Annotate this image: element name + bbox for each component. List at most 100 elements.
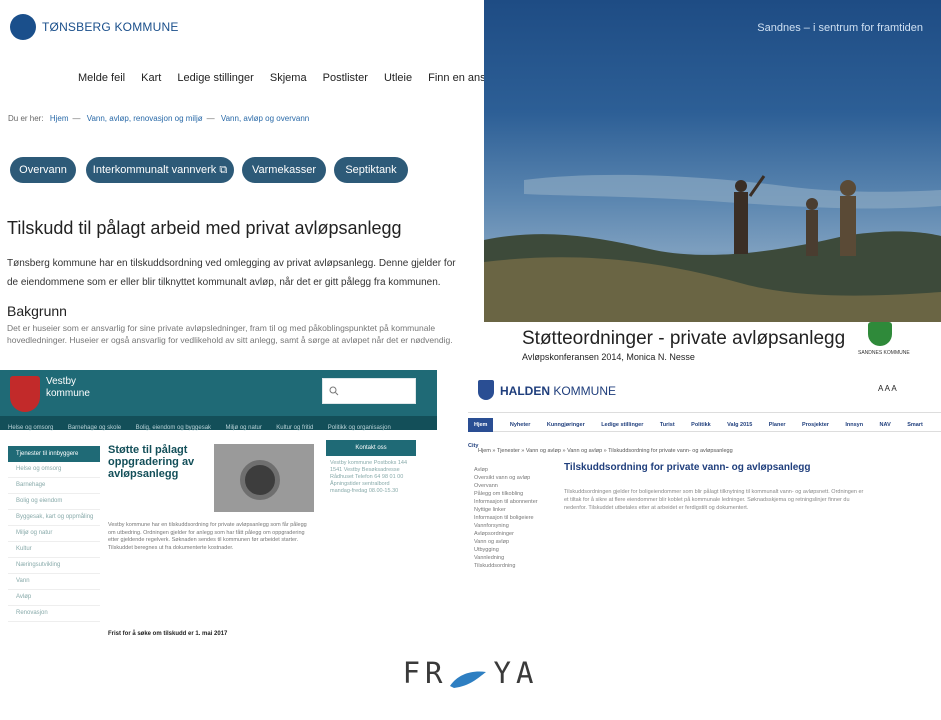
nav-item[interactable]: Kunngjøringer	[547, 422, 585, 428]
banner-slogan: Sandnes – i sentrum for framtiden	[757, 22, 923, 34]
vestby-main-nav: Helse og omsorg Barnehage og skole Bolig…	[0, 416, 437, 431]
sidebar-header[interactable]: Tjenester til innbyggere	[8, 446, 100, 462]
contact-text: Vestby kommune Postboks 144 1541 Vestby …	[330, 460, 408, 494]
vestby-site-name-line2: kommune	[46, 388, 90, 399]
sandnes-slide: Sandnes – i sentrum for framtiden Støtte…	[484, 0, 941, 370]
nav-skjema[interactable]: Skjema	[270, 72, 307, 84]
left-menu-item[interactable]: Utbygging	[474, 546, 554, 554]
vestby-coat-of-arms-icon[interactable]	[10, 376, 40, 412]
halden-site-name-rest: KOMMUNE	[550, 384, 616, 398]
nav-item[interactable]: Miljø og natur	[225, 425, 261, 431]
pill-button-interkommunalt-vannverk[interactable]: Interkommunalt vannverk ⧉	[86, 157, 234, 183]
fish-icon	[450, 671, 486, 688]
pill-button-septiktank[interactable]: Septiktank	[334, 157, 408, 183]
left-menu-item[interactable]: Tilskuddsordning	[474, 562, 554, 570]
nav-item[interactable]: Turist	[660, 422, 675, 428]
halden-logo-icon[interactable]	[478, 380, 494, 400]
left-menu-item[interactable]: Informasjon til abonnenter	[474, 498, 554, 506]
article-heading: Støtte til pålagt oppgradering av avløps…	[108, 444, 195, 480]
nav-item[interactable]: Bolig, eiendom og byggesak	[136, 425, 211, 431]
left-menu-item[interactable]: Oversikt vann og avløp	[474, 474, 554, 482]
sidebar-item[interactable]: Helse og omsorg	[8, 462, 100, 478]
landscape-photo: Sandnes – i sentrum for framtiden	[484, 0, 941, 322]
sidebar-item[interactable]: Kultur	[8, 542, 100, 558]
intro-text: Tønsberg kommune har en tilskuddsordning…	[7, 258, 456, 288]
breadcrumb-link-hjem[interactable]: Hjem	[50, 114, 69, 123]
sandnes-logo-icon	[868, 322, 892, 346]
halden-main-nav: Hjem Nyheter Kunngjøringer Ledige stilli…	[468, 412, 941, 449]
slide-subtitle: Avløpskonferansen 2014, Monica N. Nesse	[522, 352, 695, 362]
tonsberg-logo-icon[interactable]	[10, 14, 36, 40]
halden-site-name[interactable]: HALDEN KOMMUNE	[500, 384, 616, 398]
vestby-site-name[interactable]: Vestby kommune	[46, 376, 90, 400]
sidebar-item[interactable]: Miljø og natur	[8, 526, 100, 542]
search-input[interactable]	[322, 378, 416, 404]
nav-item-active[interactable]: Hjem	[468, 418, 494, 432]
nav-kart[interactable]: Kart	[141, 72, 161, 84]
sidebar-item[interactable]: Renovasjon	[8, 606, 100, 622]
nav-item[interactable]: Prosjekter	[802, 422, 829, 428]
left-menu-item[interactable]: Overvann	[474, 482, 554, 490]
froya-logo-right: YA	[493, 656, 539, 690]
nav-item[interactable]: NAV	[880, 422, 891, 428]
section-text: Det er huseier som er ansvarlig for sine…	[7, 323, 453, 345]
left-menu-item[interactable]: Nyttige linker	[474, 506, 554, 514]
vestby-page: Vestby kommune Helse og omsorg Barnehage…	[0, 370, 437, 645]
breadcrumb-prefix: Du er her:	[8, 114, 44, 123]
left-menu-item[interactable]: Vannledning	[474, 554, 554, 562]
nav-item[interactable]: Nyheter	[510, 422, 530, 428]
nav-item[interactable]: Barnehage og skole	[68, 425, 121, 431]
nav-item[interactable]: Innsyn	[845, 422, 863, 428]
froya-logo-left: FR	[402, 656, 448, 690]
pill-button-overvann[interactable]: Overvann	[10, 157, 76, 183]
section-heading: Bakgrunn	[7, 303, 67, 319]
left-menu-item[interactable]: Vannforsyning	[474, 522, 554, 530]
halden-left-menu: Avløp Oversikt vann og avløp Overvann På…	[474, 466, 554, 570]
sidebar-item[interactable]: Næringsutvikling	[8, 558, 100, 574]
nav-item[interactable]: Planer	[769, 422, 786, 428]
sidebar-item[interactable]: Barnehage	[8, 478, 100, 494]
contact-header: Kontakt oss	[326, 440, 416, 456]
nav-item[interactable]: Politikk og organisasjon	[328, 425, 391, 431]
tonsberg-top-nav: Melde feil Kart Ledige stillinger Skjema…	[78, 72, 511, 84]
vestby-site-name-line1: Vestby	[46, 376, 77, 387]
pill-button-varmekasser[interactable]: Varmekasser	[242, 157, 326, 183]
nav-item[interactable]: Politikk	[691, 422, 711, 428]
halden-page: HALDEN KOMMUNE A A A Hjem Nyheter Kunngj…	[460, 370, 941, 645]
slide-title: Støtteordninger - private avløpsanlegg	[522, 328, 846, 349]
left-menu-item[interactable]: Avløpsordninger	[474, 530, 554, 538]
halden-site-name-bold: HALDEN	[500, 384, 550, 398]
sidebar-item[interactable]: Vann	[8, 574, 100, 590]
article-body: Vestby kommune har en tilskuddsordning f…	[108, 522, 307, 551]
breadcrumb-current: Vann, avløp og overvann	[220, 114, 310, 123]
nav-utleie[interactable]: Utleie	[384, 72, 412, 84]
search-icon	[329, 386, 339, 396]
sidebar-item[interactable]: Byggesak, kart og oppmåling	[8, 510, 100, 526]
tonsberg-site-name[interactable]: TØNSBERG KOMMUNE	[42, 20, 179, 34]
page-title: Tilskudd til pålagt arbeid med privat av…	[7, 218, 402, 238]
text-size-control[interactable]: A A A	[878, 384, 897, 393]
tonsberg-page: TØNSBERG KOMMUNE Melde feil Kart Ledige …	[0, 0, 498, 370]
nav-ledige-stillinger[interactable]: Ledige stillinger	[177, 72, 253, 84]
landscape-illustration	[484, 174, 941, 322]
article-body: Tilskuddsordningen gjelder for boligeien…	[564, 489, 864, 511]
left-menu-item[interactable]: Avløp	[474, 466, 554, 474]
nav-melde-feil[interactable]: Melde feil	[78, 72, 125, 84]
vestby-sidebar: Tjenester til innbyggere Helse og omsorg…	[8, 446, 100, 622]
left-menu-item[interactable]: Pålegg om tilkobling	[474, 490, 554, 498]
breadcrumb-link-vann-avlop-renovasjon[interactable]: Vann, avløp, renovasjon og miljø	[87, 114, 203, 123]
left-menu-item[interactable]: Vann og avløp	[474, 538, 554, 546]
nav-item[interactable]: Helse og omsorg	[8, 425, 53, 431]
breadcrumb[interactable]: Hjem » Tjenester » Vann og avløp » Vann …	[478, 448, 733, 454]
nav-item[interactable]: Kultur og fritid	[276, 425, 313, 431]
manhole-cover-image	[240, 460, 280, 500]
sidebar-item[interactable]: Bolig og eiendom	[8, 494, 100, 510]
article-title: Tilskuddsordning for private vann- og av…	[564, 462, 811, 473]
breadcrumb: Du er her: Hjem — Vann, avløp, renovasjon…	[8, 114, 310, 123]
sidebar-item[interactable]: Avløp	[8, 590, 100, 606]
contact-box: Kontakt oss Vestby kommune Postboks 144 …	[326, 440, 416, 499]
nav-item[interactable]: Valg 2015	[727, 422, 752, 428]
nav-postlister[interactable]: Postlister	[323, 72, 368, 84]
nav-item[interactable]: Ledige stillinger	[601, 422, 643, 428]
left-menu-item[interactable]: Informasjon til boligeiere	[474, 514, 554, 522]
